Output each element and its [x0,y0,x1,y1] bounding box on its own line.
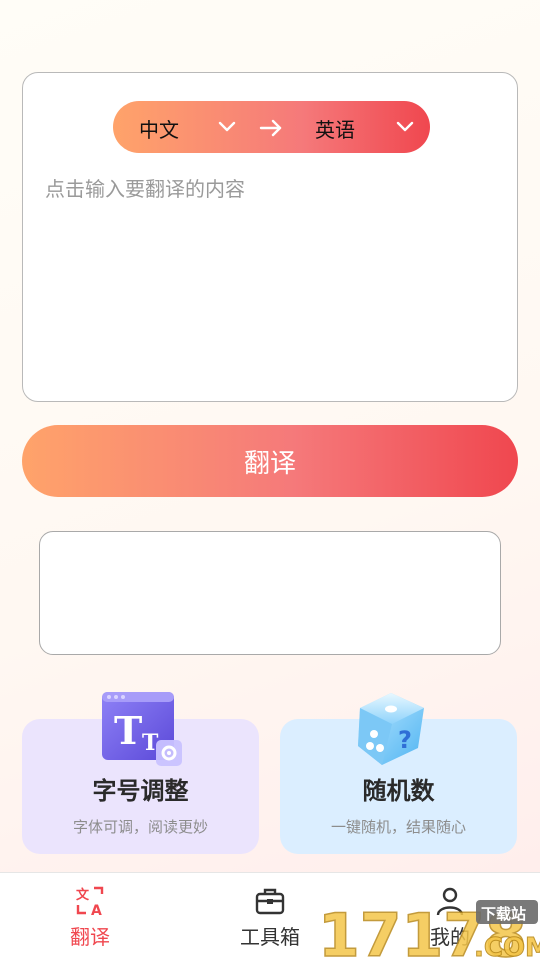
font-size-subtitle: 字体可调，阅读更妙 [72,818,208,836]
tab-translate-label: 翻译 [70,925,110,949]
watermark-tag: 下载站 [481,905,526,923]
target-language-label[interactable]: 英语 [315,114,355,143]
svg-text:T: T [114,708,142,753]
dice-icon: ? [358,693,424,765]
source-text-placeholder[interactable]: 点击输入要翻译的内容 [45,173,245,202]
site-watermark-logo: 17178 下载站 .COM [317,900,540,960]
font-size-icon: T T [102,692,182,766]
random-number-title: 随机数 [362,777,435,805]
tab-toolbox[interactable]: 工具箱 [210,873,330,960]
toolbox-icon [255,888,285,915]
translation-result-box [39,531,501,655]
svg-text:A: A [91,903,102,917]
svg-text:?: ? [398,726,412,754]
tab-translate[interactable]: 文 A 翻译 [30,873,150,960]
svg-text:文: 文 [76,887,90,903]
language-selector: 中文 英语 [113,101,430,153]
source-input-card[interactable]: 中文 英语 点击输入要翻译的内容 [22,72,518,402]
source-language-label[interactable]: 中文 [139,114,179,143]
watermark-suffix: .COM [474,933,540,960]
font-size-title: 字号调整 [92,777,189,805]
tab-toolbox-label: 工具箱 [240,925,300,949]
random-number-subtitle: 一键随机，结果随心 [330,818,466,836]
translate-button[interactable]: 翻译 [22,425,518,497]
translate-icon: 文 A [76,886,104,917]
chevron-down-icon[interactable] [395,117,415,137]
chevron-down-icon[interactable] [217,117,237,137]
swap-arrow-icon[interactable] [259,116,283,140]
